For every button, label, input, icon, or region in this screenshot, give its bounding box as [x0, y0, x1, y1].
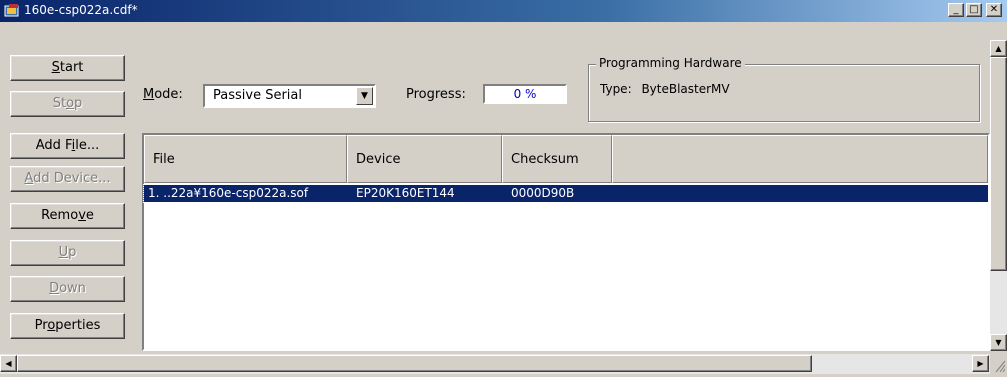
add-device-label-key: A	[24, 171, 34, 186]
progress-field: 0 %	[483, 84, 567, 104]
properties-button[interactable]: Properties	[10, 313, 125, 339]
column-header-empty	[612, 135, 988, 183]
minimize-button[interactable]: _	[948, 3, 964, 17]
maximize-icon: □	[969, 4, 979, 15]
close-icon: ✕	[989, 4, 999, 15]
row-file: 1. ..22a¥160e-csp022a.sof	[148, 186, 309, 200]
dropdown-arrow-icon[interactable]: ▼	[356, 87, 373, 105]
horizontal-scrollbar[interactable]: ◀ ▶	[0, 353, 990, 374]
maximize-button[interactable]: □	[966, 3, 982, 17]
stop-label-key: o	[66, 96, 75, 111]
scroll-left-icon[interactable]: ◀	[0, 355, 17, 372]
progress-label: Progress:	[406, 87, 466, 102]
column-header-device[interactable]: Device	[347, 135, 502, 183]
row-checksum: 0000D90B	[511, 186, 575, 200]
hardware-type: Type: ByteBlasterMV	[600, 82, 730, 96]
remove-button[interactable]: Remove	[10, 203, 125, 229]
hardware-type-value: ByteBlasterMV	[641, 82, 730, 96]
close-button[interactable]: ✕	[986, 3, 1002, 17]
properties-label-post: perties	[55, 318, 101, 333]
programming-hardware-title: Programming Hardware	[596, 56, 745, 70]
scroll-down-icon[interactable]: ▼	[990, 334, 1007, 351]
app-icon	[4, 4, 19, 17]
minimize-icon: _	[953, 4, 959, 15]
properties-label-pre: Pr	[34, 318, 48, 333]
start-button[interactable]: Start	[10, 55, 125, 81]
up-button[interactable]: Up	[10, 240, 125, 266]
mode-label: Mode:	[143, 87, 183, 102]
scroll-up-icon[interactable]: ▲	[990, 40, 1007, 57]
hardware-type-label: Type:	[600, 82, 632, 96]
title-bar[interactable]: 160e-csp022a.cdf* _ □ ✕	[0, 0, 1007, 22]
start-label-key: S	[51, 60, 60, 75]
resize-grip-lines	[995, 360, 1006, 373]
down-label-post: own	[59, 281, 86, 296]
column-header-checksum[interactable]: Checksum	[502, 135, 612, 183]
up-label-key: U	[58, 245, 69, 260]
mode-label-rest: ode:	[154, 87, 183, 102]
mode-select-value: Passive Serial	[213, 88, 302, 103]
add-device-label-post: dd Device...	[33, 171, 111, 186]
stop-label-post: p	[74, 96, 83, 111]
vertical-scroll-thumb[interactable]	[990, 57, 1007, 271]
up-label-post: p	[68, 245, 77, 260]
column-header-file[interactable]: File	[144, 135, 347, 183]
table-row[interactable]: 1. ..22a¥160e-csp022a.sof EP20K160ET144 …	[143, 184, 989, 203]
remove-label-key: v	[78, 208, 86, 223]
start-label-post: tart	[59, 60, 84, 75]
add-file-label-pre: Add F	[35, 138, 72, 153]
mode-label-key: M	[143, 87, 155, 102]
row-device: EP20K160ET144	[356, 186, 455, 200]
add-device-button[interactable]: Add Device...	[10, 166, 125, 192]
resize-grip-icon[interactable]	[990, 353, 1007, 374]
scroll-right-icon[interactable]: ▶	[972, 355, 989, 372]
add-file-label-post: le...	[75, 138, 100, 153]
file-table[interactable]: File Device Checksum 1. ..22a¥160e-csp02…	[142, 133, 990, 351]
remove-label-post: e	[85, 208, 94, 223]
mode-select[interactable]: Passive Serial ▼	[203, 84, 376, 108]
progress-value: 0 %	[513, 87, 537, 101]
vertical-scrollbar[interactable]: ▲ ▼	[990, 40, 1007, 351]
remove-label-pre: Remo	[41, 208, 79, 223]
window-title: 160e-csp022a.cdf*	[24, 3, 138, 17]
stop-button[interactable]: Stop	[10, 91, 125, 117]
add-file-button[interactable]: Add File...	[10, 133, 125, 159]
stop-label-pre: St	[52, 96, 67, 111]
down-label-key: D	[49, 281, 60, 296]
table-header: File Device Checksum	[144, 135, 988, 183]
horizontal-scroll-thumb[interactable]	[17, 355, 812, 372]
down-button[interactable]: Down	[10, 276, 125, 302]
